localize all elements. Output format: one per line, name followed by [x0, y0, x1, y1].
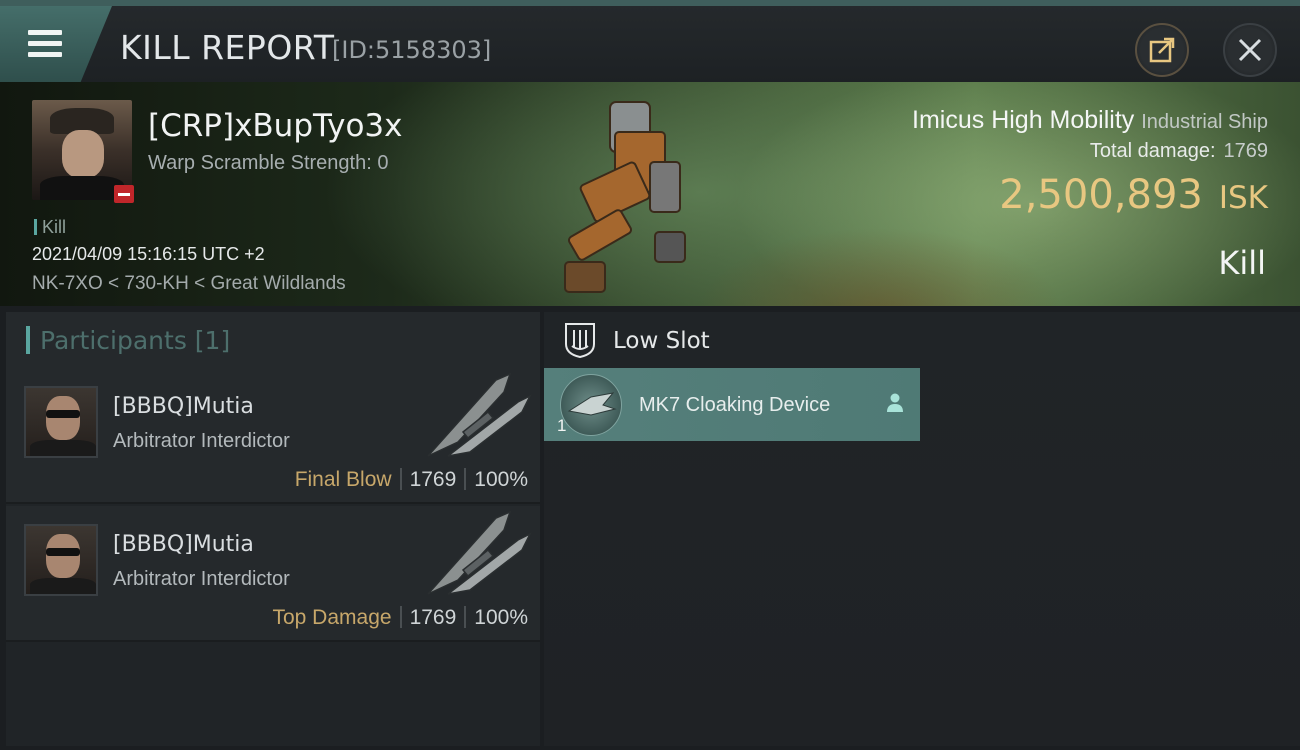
participant-percent: 100%: [474, 606, 528, 629]
participant-row[interactable]: [BBBQ]Mutia Arbitrator Interdictor Top D…: [6, 506, 540, 642]
participant-ship: Arbitrator Interdictor: [113, 430, 290, 452]
participant-damage: 1769: [409, 606, 457, 629]
close-icon: [1238, 38, 1262, 62]
top-damage-label: Top Damage: [272, 606, 392, 629]
participant-ship-image: [427, 372, 532, 457]
participant-stats: Top Damage 1769 100%: [272, 606, 528, 630]
participant-damage: 1769: [409, 468, 457, 491]
cloaking-device-icon: [560, 374, 622, 436]
kill-timestamp: 2021/04/09 15:16:15 UTC +2: [32, 244, 265, 264]
victim-ship-image: [564, 101, 686, 293]
kill-result: Kill: [1218, 244, 1266, 282]
isk-unit: ISK: [1218, 180, 1268, 216]
participant-ship: Arbitrator Interdictor: [113, 568, 290, 590]
total-damage: Total damage: 1769: [1090, 140, 1268, 163]
standing-badge-icon: [114, 185, 134, 203]
low-slot-icon: [565, 323, 595, 358]
participant-ship-image: [427, 510, 532, 595]
participants-panel: Participants [1] [BBBQ]Mutia Arbitrator …: [6, 312, 540, 746]
external-link-icon: [1149, 37, 1175, 63]
participant-name: [BBBQ]Mutia: [113, 532, 254, 557]
fitting-panel: Low Slot 1 MK7 Cloaking Device: [544, 312, 1300, 746]
kill-banner: [CRP]xBupTyo3x Warp Scramble Strength: 0…: [0, 82, 1300, 306]
kill-tag: Kill: [34, 217, 66, 238]
participants-header: Participants [1]: [6, 312, 540, 368]
page-title: KILL REPORT: [120, 28, 335, 67]
victim-ship-name: Imicus High Mobility: [912, 106, 1135, 134]
victim-ship-title[interactable]: Imicus High Mobility Industrial Ship: [912, 106, 1268, 135]
low-slot-header: Low Slot: [544, 312, 1300, 368]
avatar[interactable]: [24, 524, 98, 596]
total-damage-label: Total damage:: [1089, 140, 1216, 162]
slot-title: Low Slot: [613, 328, 710, 354]
participant-row[interactable]: [BBBQ]Mutia Arbitrator Interdictor Final…: [6, 368, 540, 504]
participant-name: [BBBQ]Mutia: [113, 394, 254, 419]
participant-stats: Final Blow 1769 100%: [295, 468, 528, 492]
isk-value-line: 2,500,893 ISK: [999, 172, 1268, 218]
share-button[interactable]: [1135, 23, 1189, 77]
victim-name[interactable]: [CRP]xBupTyo3x: [148, 108, 403, 144]
module-item[interactable]: 1 MK7 Cloaking Device: [544, 368, 920, 441]
participants-title: Participants [1]: [40, 326, 231, 355]
menu-button[interactable]: [0, 6, 112, 82]
final-blow-label: Final Blow: [294, 468, 392, 491]
participant-percent: 100%: [474, 468, 528, 491]
close-button[interactable]: [1223, 23, 1277, 77]
title-bar: KILL REPORT [ID:5158303]: [0, 0, 1300, 82]
kill-location[interactable]: NK-7XO < 730-KH < Great Wildlands: [32, 273, 346, 295]
isk-value: 2,500,893: [999, 172, 1203, 218]
module-quantity: 1: [557, 416, 567, 435]
hamburger-menu-icon: [28, 30, 62, 58]
warp-scramble-strength: Warp Scramble Strength: 0: [148, 152, 389, 174]
kill-report-id: [ID:5158303]: [332, 36, 492, 64]
person-icon: [887, 393, 903, 412]
module-name: MK7 Cloaking Device: [639, 394, 831, 416]
victim-ship-class: Industrial Ship: [1141, 111, 1268, 133]
avatar[interactable]: [24, 386, 98, 458]
total-damage-value: 1769: [1223, 140, 1269, 162]
